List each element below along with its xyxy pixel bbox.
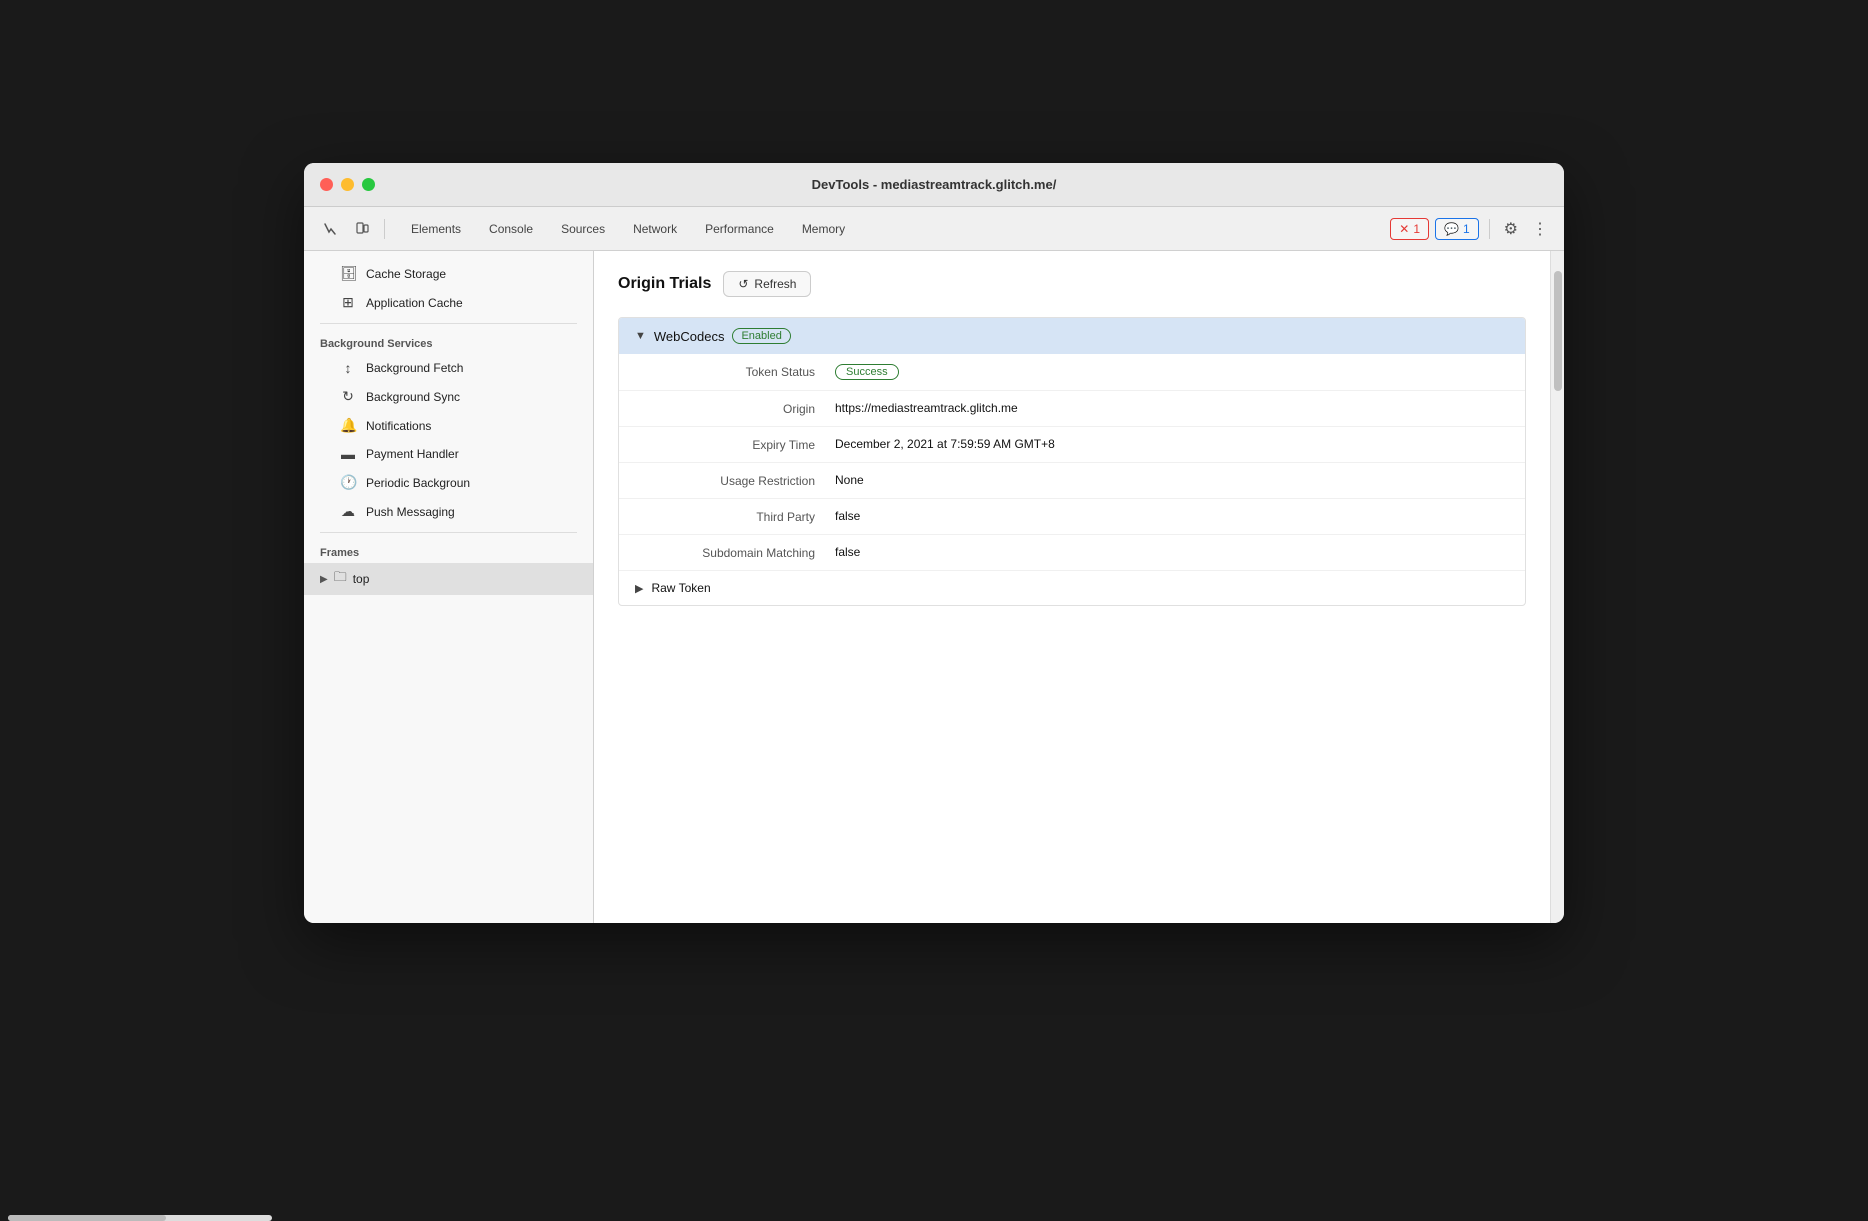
frames-folder-icon: 🗀 — [334, 568, 347, 590]
push-messaging-icon: ☁ — [340, 503, 356, 520]
sidebar-divider-2 — [320, 532, 577, 533]
toolbar: Elements Console Sources Network Perform… — [304, 207, 1564, 251]
sidebar-item-label: Payment Handler — [366, 447, 459, 461]
sidebar-item-label: Background Fetch — [366, 361, 463, 375]
sidebar-divider-1 — [320, 323, 577, 324]
application-cache-icon: ⊞ — [340, 294, 356, 311]
expiry-time-value: December 2, 2021 at 7:59:59 AM GMT+8 — [835, 437, 1509, 452]
device-toolbar-button[interactable] — [348, 215, 376, 243]
usage-restriction-label: Usage Restriction — [635, 473, 835, 488]
inspect-element-button[interactable] — [316, 215, 344, 243]
sidebar-item-push-messaging[interactable]: ☁ Push Messaging — [304, 497, 593, 526]
tab-network[interactable]: Network — [619, 216, 691, 242]
success-badge: Success — [835, 364, 899, 380]
titlebar: DevTools - mediastreamtrack.glitch.me/ — [304, 163, 1564, 207]
trial-expand-icon: ▼ — [635, 330, 646, 342]
subdomain-matching-row: Subdomain Matching false — [619, 535, 1525, 571]
sidebar-item-label: Notifications — [366, 419, 431, 433]
frames-top-item[interactable]: ▶ 🗀 top — [304, 563, 593, 595]
sidebar-item-cache-storage[interactable]: 🗄 Cache Storage — [304, 259, 593, 288]
expiry-time-row: Expiry Time December 2, 2021 at 7:59:59 … — [619, 427, 1525, 463]
background-fetch-icon: ↕ — [340, 360, 356, 376]
trial-section: ▼ WebCodecs Enabled Token Status Success… — [618, 317, 1526, 606]
third-party-value: false — [835, 509, 1509, 524]
origin-trials-header: Origin Trials ↺ Refresh — [618, 271, 1526, 297]
sidebar-item-label: Background Sync — [366, 390, 460, 404]
refresh-label: Refresh — [754, 277, 796, 291]
refresh-button[interactable]: ↺ Refresh — [723, 271, 811, 297]
content-scrollbar[interactable] — [1550, 251, 1564, 923]
sidebar-item-payment-handler[interactable]: ▬ Payment Handler — [304, 440, 593, 468]
minimize-button[interactable] — [341, 178, 354, 191]
frames-arrow-icon: ▶ — [320, 574, 328, 585]
raw-token-row[interactable]: ▶ Raw Token — [619, 571, 1525, 605]
maximize-button[interactable] — [362, 178, 375, 191]
tab-performance[interactable]: Performance — [691, 216, 788, 242]
content-area: Origin Trials ↺ Refresh ▼ WebCodecs Enab… — [594, 251, 1550, 923]
sidebar-item-label: Periodic Backgroun — [366, 476, 470, 490]
trial-name: WebCodecs — [654, 329, 725, 344]
token-status-value: Success — [835, 364, 1509, 380]
settings-icon[interactable]: ⚙ — [1500, 215, 1522, 243]
notifications-icon: 🔔 — [340, 417, 356, 434]
origin-label: Origin — [635, 401, 835, 416]
payment-handler-icon: ▬ — [340, 446, 356, 462]
info-icon: 💬 — [1444, 222, 1459, 236]
info-count: 1 — [1463, 222, 1470, 236]
trial-header[interactable]: ▼ WebCodecs Enabled — [619, 318, 1525, 354]
sidebar: 🗄 Cache Storage ⊞ Application Cache Back… — [304, 251, 594, 923]
error-badge-button[interactable]: ✕ 1 — [1390, 218, 1429, 240]
cache-storage-icon: 🗄 — [340, 265, 356, 282]
content-scrollbar-thumb — [1554, 271, 1562, 391]
sidebar-item-label: Cache Storage — [366, 267, 446, 281]
error-count: 1 — [1413, 222, 1420, 236]
tab-elements[interactable]: Elements — [397, 216, 475, 242]
more-options-icon[interactable]: ⋮ — [1528, 215, 1552, 243]
periodic-background-icon: 🕐 — [340, 474, 356, 491]
tab-sources[interactable]: Sources — [547, 216, 619, 242]
toolbar-tabs: Elements Console Sources Network Perform… — [397, 216, 859, 242]
sidebar-item-label: Push Messaging — [366, 505, 455, 519]
origin-value: https://mediastreamtrack.glitch.me — [835, 401, 1509, 416]
sidebar-item-periodic-background[interactable]: 🕐 Periodic Backgroun — [304, 468, 593, 497]
raw-token-expand-icon: ▶ — [635, 582, 643, 595]
sidebar-item-background-fetch[interactable]: ↕ Background Fetch — [304, 354, 593, 382]
frames-header: Frames — [304, 539, 593, 563]
refresh-icon: ↺ — [738, 277, 748, 291]
info-badge-button[interactable]: 💬 1 — [1435, 218, 1479, 240]
background-sync-icon: ↻ — [340, 388, 356, 405]
enabled-badge: Enabled — [732, 328, 790, 344]
devtools-window: DevTools - mediastreamtrack.glitch.me/ E… — [304, 163, 1564, 923]
toolbar-divider — [384, 219, 385, 239]
third-party-label: Third Party — [635, 509, 835, 524]
main-layout: 🗄 Cache Storage ⊞ Application Cache Back… — [304, 251, 1564, 923]
subdomain-matching-label: Subdomain Matching — [635, 545, 835, 560]
toolbar-divider-2 — [1489, 219, 1490, 239]
toolbar-right: ✕ 1 💬 1 ⚙ ⋮ — [1390, 215, 1552, 243]
usage-restriction-value: None — [835, 473, 1509, 488]
sidebar-item-application-cache[interactable]: ⊞ Application Cache — [304, 288, 593, 317]
raw-token-label: Raw Token — [651, 581, 710, 595]
tab-memory[interactable]: Memory — [788, 216, 859, 242]
error-icon: ✕ — [1399, 222, 1409, 236]
sidebar-item-notifications[interactable]: 🔔 Notifications — [304, 411, 593, 440]
close-button[interactable] — [320, 178, 333, 191]
origin-trials-title: Origin Trials — [618, 275, 711, 293]
sidebar-item-label: Application Cache — [366, 296, 463, 310]
frames-top-label: top — [353, 572, 370, 586]
tab-console[interactable]: Console — [475, 216, 547, 242]
sidebar-item-background-sync[interactable]: ↻ Background Sync — [304, 382, 593, 411]
subdomain-matching-value: false — [835, 545, 1509, 560]
third-party-row: Third Party false — [619, 499, 1525, 535]
token-status-row: Token Status Success — [619, 354, 1525, 391]
window-controls — [320, 178, 375, 191]
background-services-header: Background Services — [304, 330, 593, 354]
origin-row: Origin https://mediastreamtrack.glitch.m… — [619, 391, 1525, 427]
usage-restriction-row: Usage Restriction None — [619, 463, 1525, 499]
token-status-label: Token Status — [635, 364, 835, 380]
expiry-time-label: Expiry Time — [635, 437, 835, 452]
window-title: DevTools - mediastreamtrack.glitch.me/ — [812, 177, 1057, 192]
